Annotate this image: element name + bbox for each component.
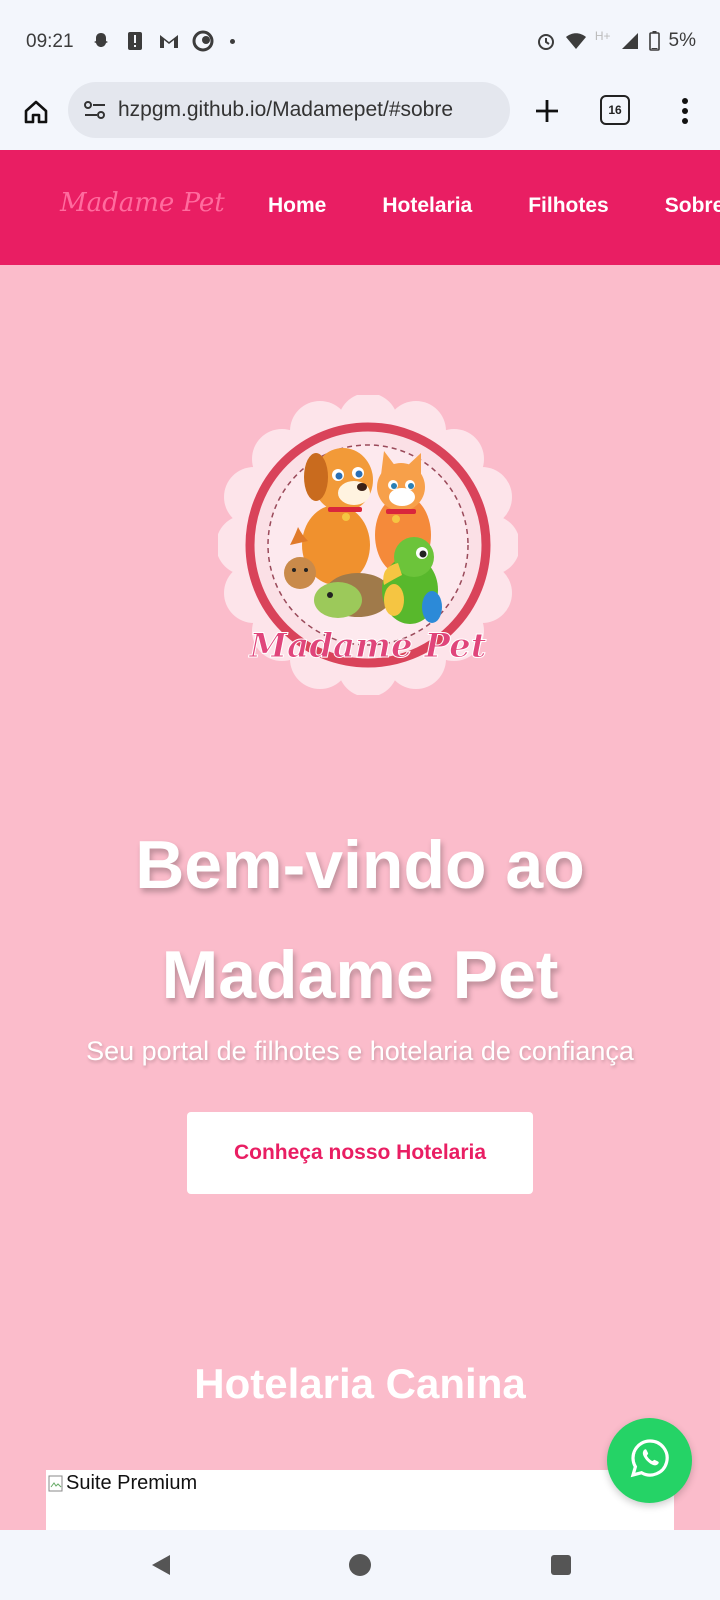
- suite-image: Suite Premium: [48, 1472, 197, 1495]
- status-bar: 09:21 H+ 5%: [0, 0, 720, 80]
- system-navigation-bar: [0, 1530, 720, 1600]
- nav-link-hotelaria[interactable]: Hotelaria: [382, 194, 472, 218]
- alert-icon: [124, 30, 146, 52]
- more-notifications-dot: [230, 38, 235, 44]
- section-title: Hotelaria Canina: [194, 1360, 526, 1407]
- site-logo[interactable]: Madame Pet: [60, 188, 225, 218]
- new-tab-icon[interactable]: [528, 92, 566, 130]
- alarm-icon: [535, 30, 557, 52]
- hero-logo-text: Madame Pet: [249, 626, 487, 666]
- broken-image-icon: [48, 1475, 64, 1493]
- signal-icon: [619, 30, 641, 52]
- tab-count: 16: [608, 103, 622, 117]
- hero-subtitle: Seu portal de filhotes e hotelaria de co…: [86, 1036, 634, 1066]
- home-icon[interactable]: [18, 94, 54, 130]
- battery-icon: [649, 30, 661, 52]
- hero-title: Bem-vindo ao Madame Pet: [0, 810, 720, 1030]
- hero-title-line-2: Madame Pet: [161, 937, 559, 1013]
- nav-link-filhotes[interactable]: Filhotes: [528, 194, 609, 218]
- sync-icon: [192, 30, 214, 52]
- browser-toolbar: hzpgm.github.io/Madamepet/#sobre 16: [0, 80, 720, 150]
- gmail-icon: [158, 30, 180, 52]
- status-system-icons: H+ 5%: [535, 29, 696, 52]
- more-menu-icon[interactable]: [672, 92, 698, 130]
- hero-logo: Madame Pet: [216, 393, 520, 697]
- recents-icon[interactable]: [548, 1552, 574, 1578]
- nav-link-sobre[interactable]: Sobre: [665, 194, 720, 218]
- status-notification-icons: [90, 30, 235, 52]
- hero-title-line-1: Bem-vindo ao: [135, 827, 585, 903]
- whatsapp-icon: [629, 1437, 671, 1484]
- status-time: 09:21: [26, 31, 74, 52]
- cta-hotelaria-button[interactable]: Conheça nosso Hotelaria: [187, 1112, 533, 1194]
- nav-link-home[interactable]: Home: [268, 194, 326, 218]
- url-text[interactable]: hzpgm.github.io/Madamepet/#sobre: [118, 98, 503, 122]
- network-type: H+: [594, 29, 611, 43]
- back-icon[interactable]: [148, 1552, 174, 1578]
- tab-switcher-button[interactable]: 16: [600, 95, 630, 125]
- nav-links: Home Hotelaria Filhotes Sobre: [268, 194, 720, 218]
- address-bar[interactable]: hzpgm.github.io/Madamepet/#sobre: [68, 82, 510, 138]
- whatsapp-button[interactable]: [607, 1418, 692, 1503]
- site-navbar: Madame Pet Home Hotelaria Filhotes Sobre: [0, 150, 720, 265]
- snapchat-icon: [90, 30, 112, 52]
- wifi-icon: [565, 30, 587, 52]
- battery-level: 5%: [668, 30, 696, 51]
- home-nav-icon[interactable]: [347, 1552, 373, 1578]
- site-settings-icon[interactable]: [80, 95, 110, 125]
- suite-image-alt-text: Suite Premium: [66, 1472, 198, 1494]
